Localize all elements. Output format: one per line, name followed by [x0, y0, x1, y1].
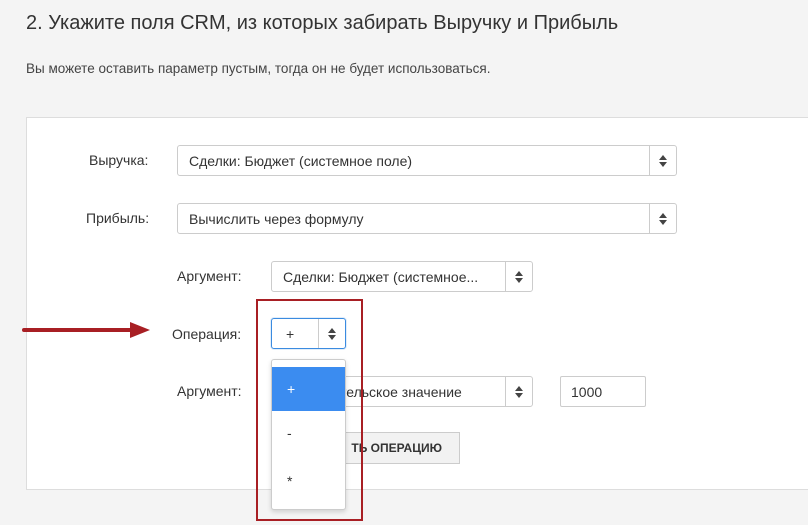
- revenue-select-value: Сделки: Бюджет (системное поле): [189, 153, 413, 169]
- argument1-label: Аргумент:: [177, 268, 242, 284]
- profit-select[interactable]: Вычислить через формулу: [177, 203, 677, 234]
- operation-label: Операция:: [172, 326, 242, 342]
- custom-value-input[interactable]: 1000: [560, 376, 646, 407]
- operation-option-plus[interactable]: +: [272, 367, 345, 411]
- operation-dropdown: + - *: [271, 359, 346, 510]
- select-arrows-icon: [318, 319, 345, 348]
- argument1-select[interactable]: Сделки: Бюджет (системное...: [271, 261, 533, 292]
- section-title: 2. Укажите поля CRM, из которых забирать…: [26, 12, 619, 34]
- section-subtitle: Вы можете оставить параметр пустым, тогд…: [26, 61, 491, 76]
- select-arrows-icon: [649, 146, 676, 175]
- select-arrows-icon: [505, 262, 532, 291]
- red-arrow-icon: [22, 322, 150, 338]
- argument1-select-value: Сделки: Бюджет (системное...: [283, 269, 479, 285]
- operation-select[interactable]: +: [271, 318, 346, 349]
- revenue-select[interactable]: Сделки: Бюджет (системное поле): [177, 145, 677, 176]
- select-arrows-icon: [505, 377, 532, 406]
- argument2-select-value: тельское значение: [340, 384, 462, 400]
- operation-option-minus[interactable]: -: [272, 411, 345, 455]
- revenue-label: Выручка:: [89, 152, 149, 168]
- profit-label: Прибыль:: [86, 210, 150, 226]
- operation-select-value: +: [286, 326, 295, 342]
- argument2-label: Аргумент:: [177, 383, 242, 399]
- profit-select-value: Вычислить через формулу: [189, 211, 364, 227]
- operation-option-multiply[interactable]: *: [272, 459, 345, 503]
- select-arrows-icon: [649, 204, 676, 233]
